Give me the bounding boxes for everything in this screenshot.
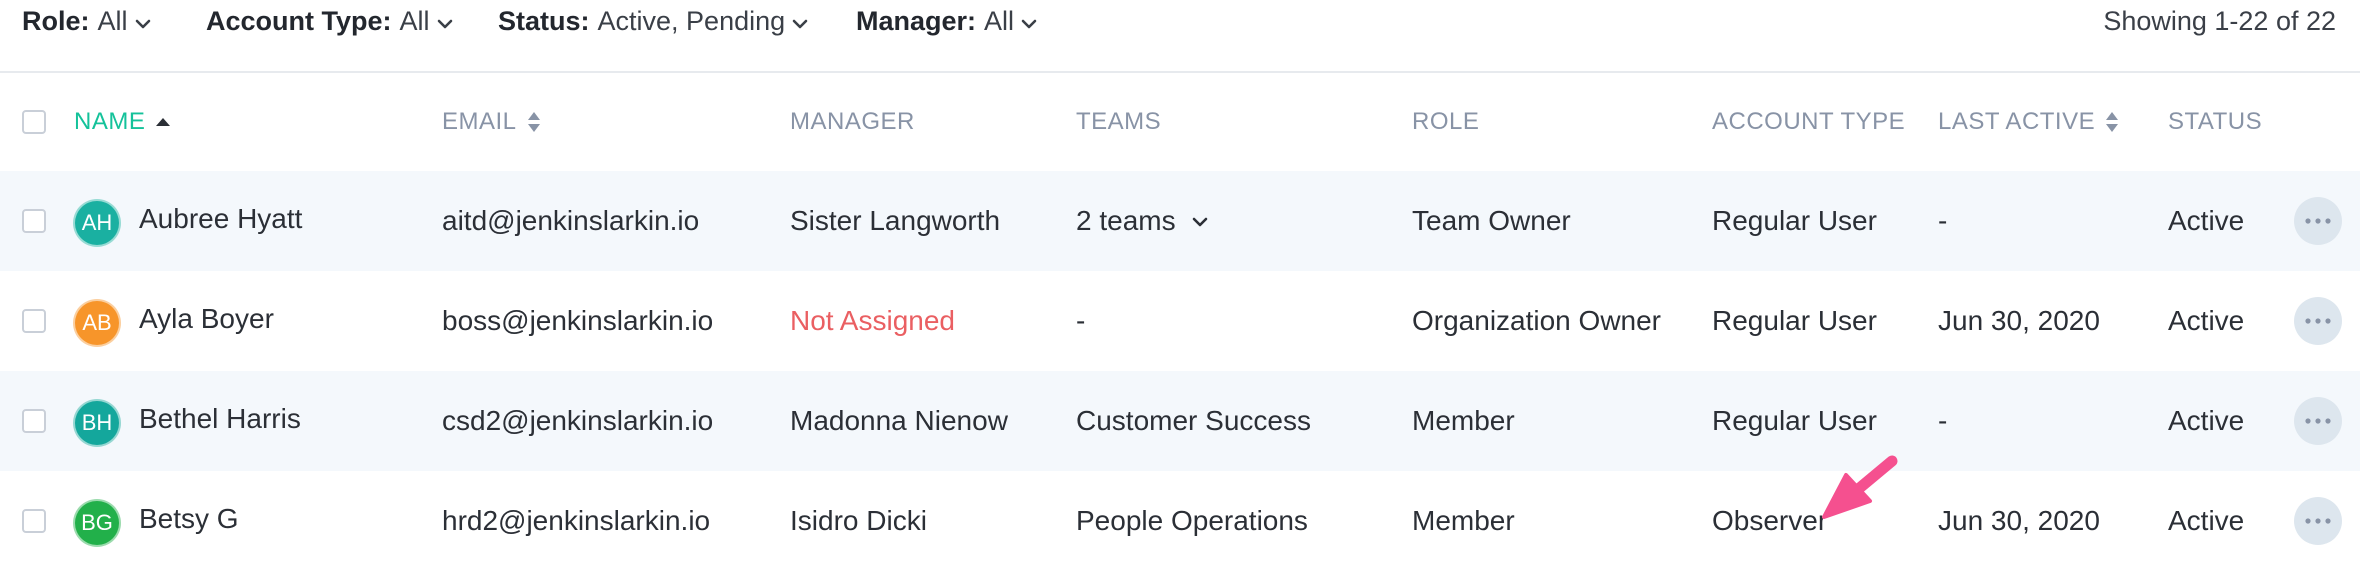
avatar: AB (73, 299, 121, 347)
user-email: hrd2@jenkinslarkin.io (442, 505, 711, 536)
manager-filter-value: All (984, 6, 1015, 36)
more-options-button[interactable] (2294, 297, 2342, 345)
table-row[interactable]: AH Aubree Hyatt aitd@jenkinslarkin.io Si… (0, 171, 2360, 271)
account-type-filter-label: Account Type: (206, 6, 392, 36)
user-account-type: Regular User (1712, 205, 1877, 236)
more-options-button[interactable] (2294, 397, 2342, 445)
chevron-down-icon (792, 19, 808, 28)
user-role: Team Owner (1412, 205, 1571, 236)
manager-filter-label: Manager: (856, 6, 977, 36)
select-all-checkbox[interactable] (22, 110, 46, 134)
row-checkbox[interactable] (22, 409, 46, 433)
status-filter-value: Active, Pending (597, 6, 786, 36)
filter-bar: Role: All Account Type: All Status: Acti… (0, 0, 2360, 73)
role-filter[interactable]: Role: All (22, 6, 151, 37)
teams-dropdown[interactable]: 2 teams (1076, 205, 1208, 237)
user-status: Active (2168, 305, 2245, 336)
avatar: AH (73, 199, 121, 247)
role-column-header: ROLE (1412, 108, 1480, 135)
user-manager: Isidro Dicki (790, 505, 927, 536)
user-teams: - (1076, 305, 1086, 336)
user-email: boss@jenkinslarkin.io (442, 305, 714, 336)
ellipsis-icon (2305, 518, 2331, 524)
sort-icon (527, 112, 540, 132)
user-name[interactable]: Betsy G (139, 503, 239, 535)
user-name[interactable]: Aubree Hyatt (139, 203, 302, 235)
results-count: Showing 1-22 of 22 (2103, 6, 2336, 36)
avatar: BH (73, 399, 121, 447)
chevron-down-icon (1192, 217, 1207, 227)
account-type-column-header: ACCOUNT TYPE (1712, 108, 1906, 135)
role-filter-value: All (97, 6, 128, 36)
ellipsis-icon (2305, 218, 2331, 224)
role-filter-label: Role: (22, 6, 90, 36)
table-header: NAME EMAIL MANAGER TEAMS ROLE ACCOUNT TY… (0, 74, 2360, 170)
user-teams: Customer Success (1076, 405, 1311, 436)
user-last-active: - (1938, 205, 1948, 236)
manager-column-header: MANAGER (790, 108, 915, 135)
table-row[interactable]: BG Betsy G hrd2@jenkinslarkin.io Isidro … (0, 471, 2360, 571)
user-status: Active (2168, 405, 2245, 436)
user-account-type: Regular User (1712, 305, 1877, 336)
user-role: Organization Owner (1412, 305, 1662, 336)
user-last-active: Jun 30, 2020 (1938, 305, 2100, 336)
row-checkbox[interactable] (22, 309, 46, 333)
status-filter[interactable]: Status: Active, Pending (498, 6, 808, 37)
status-filter-label: Status: (498, 6, 590, 36)
user-role: Member (1412, 405, 1515, 436)
manager-filter[interactable]: Manager: All (856, 6, 1037, 37)
account-type-filter-value: All (399, 6, 430, 36)
chevron-down-icon (135, 19, 150, 28)
name-column-label: NAME (74, 108, 146, 135)
last-active-column-label: LAST ACTIVE (1938, 108, 2096, 135)
chevron-down-icon (1021, 19, 1037, 28)
user-email: csd2@jenkinslarkin.io (442, 405, 714, 436)
table-row[interactable]: AB Ayla Boyer boss@jenkinslarkin.io Not … (0, 271, 2360, 371)
account-type-filter[interactable]: Account Type: All (206, 6, 453, 37)
sort-ascending-icon (156, 118, 171, 126)
status-column-header: STATUS (2168, 108, 2263, 135)
user-teams: People Operations (1076, 505, 1308, 536)
user-status: Active (2168, 205, 2245, 236)
last-active-column-header[interactable]: LAST ACTIVE (1938, 108, 2119, 136)
sort-icon (2106, 112, 2119, 132)
ellipsis-icon (2305, 418, 2331, 424)
user-last-active: Jun 30, 2020 (1938, 505, 2100, 536)
user-last-active: - (1938, 405, 1948, 436)
user-account-type: Observer (1712, 505, 1828, 536)
ellipsis-icon (2305, 318, 2331, 324)
user-email: aitd@jenkinslarkin.io (442, 205, 700, 236)
user-name[interactable]: Ayla Boyer (139, 303, 274, 335)
email-column-header[interactable]: EMAIL (442, 108, 541, 136)
teams-column-header: TEAMS (1076, 108, 1162, 135)
user-role: Member (1412, 505, 1515, 536)
name-column-header[interactable]: NAME (74, 108, 171, 136)
chevron-down-icon (437, 19, 452, 28)
user-manager: Not Assigned (790, 305, 955, 336)
user-status: Active (2168, 505, 2245, 536)
row-checkbox[interactable] (22, 509, 46, 533)
annotation-arrow-icon (1822, 455, 1898, 519)
teams-count: 2 teams (1076, 205, 1176, 236)
row-checkbox[interactable] (22, 209, 46, 233)
user-name[interactable]: Bethel Harris (139, 403, 301, 435)
avatar: BG (73, 499, 121, 547)
table-row[interactable]: BH Bethel Harris csd2@jenkinslarkin.io M… (0, 371, 2360, 471)
more-options-button[interactable] (2294, 497, 2342, 545)
email-column-label: EMAIL (442, 108, 517, 135)
user-manager: Sister Langworth (790, 205, 1001, 236)
more-options-button[interactable] (2294, 197, 2342, 245)
user-manager: Madonna Nienow (790, 405, 1008, 436)
user-account-type: Regular User (1712, 405, 1877, 436)
